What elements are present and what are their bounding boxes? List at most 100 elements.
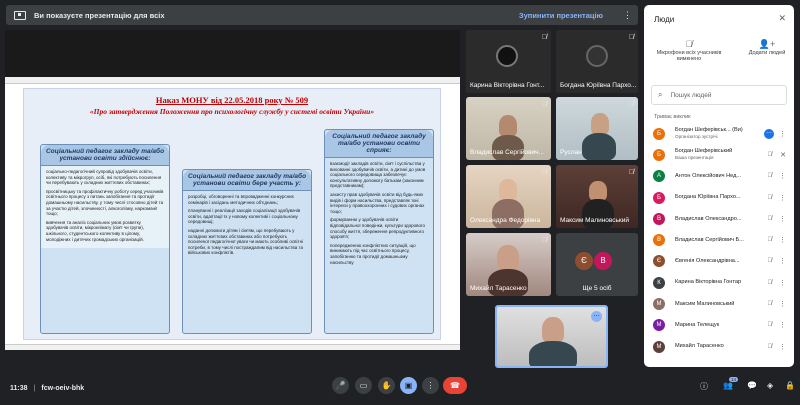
column-item: взаємодії закладів освіти, сім'ї і суспі… bbox=[330, 161, 426, 189]
more-vert-icon[interactable]: ⋮ bbox=[779, 279, 786, 287]
more-options-icon[interactable]: … bbox=[591, 311, 602, 322]
info-icon[interactable]: ⓘ bbox=[700, 381, 708, 392]
chat-icon[interactable]: 💬 bbox=[747, 381, 757, 390]
panel-title: Люди bbox=[654, 15, 675, 24]
mic-off-icon: 🎙̸ bbox=[628, 169, 634, 176]
mic-off-icon: 🎙̸ bbox=[767, 258, 773, 265]
participant-name: Максим Малиновський bbox=[560, 217, 630, 224]
scroll-column-2: Соціальний педагог закладу та/або устано… bbox=[182, 169, 312, 334]
participant-name: Руслан bbox=[560, 149, 582, 156]
person-name: Владислав Сергійович Б... bbox=[675, 236, 744, 243]
presenting-banner: Ви показуєте презентацію для всіх Зупини… bbox=[6, 5, 638, 25]
pin-icon[interactable]: ✕ bbox=[780, 151, 786, 159]
present-icon[interactable]: ▣ bbox=[400, 377, 417, 394]
video-tile[interactable]: 🎙̸ Карина Вікторівна Гонт... bbox=[466, 30, 551, 93]
video-tile[interactable]: 🎙̸ Максим Малиновський bbox=[556, 165, 638, 228]
person-name: Михайл Тарасенко bbox=[675, 343, 724, 350]
video-tile[interactable]: 🎙̸ Руслан bbox=[556, 97, 638, 160]
list-item[interactable]: М Михайл Тарасенко 🎙̸ ⋮ bbox=[644, 336, 794, 357]
end-call-icon[interactable]: ☎ bbox=[443, 377, 467, 394]
list-item[interactable]: М Марина Телещук 🎙̸ ⋮ bbox=[644, 315, 794, 336]
more-vert-icon[interactable]: ⋮ bbox=[779, 343, 786, 351]
list-item[interactable]: М Максим Малиновський 🎙̸ ⋮ bbox=[644, 293, 794, 314]
video-tile[interactable]: 🎙̸ Олександра Федорівна bbox=[466, 165, 551, 228]
camera-icon[interactable]: ▭ bbox=[355, 377, 372, 394]
column-item: соціально-педагогічний супровід здобувач… bbox=[46, 169, 162, 186]
list-item[interactable]: А Антон Олексійович Нед... 🎙̸ ⋮ bbox=[644, 166, 794, 187]
column-item: попередженню конфліктних ситуацій, що ви… bbox=[330, 242, 416, 265]
avatar: Є bbox=[653, 255, 665, 268]
stop-presenting-button[interactable]: Зупинити презентацію bbox=[519, 11, 603, 20]
more-vert-icon[interactable]: ⋮ bbox=[779, 321, 786, 329]
more-participants-tile[interactable]: Є В Ще 5 осіб bbox=[556, 233, 638, 296]
avatar: Б bbox=[653, 191, 665, 204]
list-item[interactable]: В Владислав Олександро... 🎙̸ ⋮ bbox=[644, 208, 794, 229]
people-count-badge: 14 bbox=[728, 377, 738, 382]
raise-hand-icon[interactable]: ✋ bbox=[378, 377, 395, 394]
add-people-label: Додати людей bbox=[748, 49, 786, 56]
list-item[interactable]: Б Богдан Шеферівський Ваша презентація 🎙̸… bbox=[644, 144, 794, 165]
mic-off-icon: 🎙̸ bbox=[767, 151, 773, 158]
person-name: Максим Малиновський bbox=[675, 300, 735, 307]
scroll-column-1: Соціальний педагог закладу та/або устано… bbox=[40, 144, 170, 334]
video-tile[interactable]: 🎙̸ Владислав Сергійович... bbox=[466, 97, 551, 160]
mic-icon[interactable]: 🎤 bbox=[332, 377, 349, 394]
avatar: М bbox=[653, 298, 665, 311]
meeting-code: fcw-oeiv-bhk bbox=[41, 385, 85, 392]
video-tile[interactable]: 🎙̸ Богдана Юріївна Пархо... bbox=[556, 30, 638, 93]
mute-all-button[interactable]: 🎙̸ Мікрофони всіх учасників вимкнено bbox=[656, 40, 722, 63]
person-name: Антон Олексійович Нед... bbox=[675, 172, 742, 179]
more-vert-icon[interactable]: ⋮ bbox=[779, 236, 786, 244]
self-video bbox=[542, 317, 564, 343]
clock: 11:38 bbox=[10, 385, 28, 392]
list-item[interactable]: В Владислав Сергійович Б... 🎙̸ ⋮ bbox=[644, 229, 794, 250]
activities-icon[interactable]: ◈ bbox=[767, 381, 773, 390]
section-label: Триває виклик bbox=[654, 114, 691, 120]
avatar: Є bbox=[575, 252, 593, 270]
lock-icon[interactable]: 🔒 bbox=[785, 381, 795, 390]
person-name: Владислав Олександро... bbox=[675, 215, 742, 222]
presenting-message: Ви показуєте презентацію для всіх bbox=[34, 10, 165, 20]
more-vert-icon[interactable]: ⋮ bbox=[779, 194, 786, 202]
column-heading: Соціальний педагог закладу та/або устано… bbox=[325, 130, 433, 158]
search-placeholder: Пошук людей bbox=[670, 91, 712, 99]
person-name: Карина Вікторівна Гонтар bbox=[675, 279, 742, 286]
list-item[interactable]: К Карина Вікторівна Гонтар 🎙̸ ⋮ bbox=[644, 272, 794, 293]
more-vert-icon[interactable]: ⋮ bbox=[779, 300, 786, 308]
mic-off-icon: 🎙̸ bbox=[767, 173, 773, 180]
self-view-tile[interactable]: … bbox=[495, 305, 608, 368]
more-vert-icon[interactable]: ⋮ bbox=[623, 10, 632, 21]
mic-off-icon: 🎙̸ bbox=[541, 169, 547, 176]
mic-off-icon: 🎙̸ bbox=[541, 34, 547, 41]
mic-off-icon: 🎙̸ bbox=[541, 237, 547, 244]
add-people-button[interactable]: 👤+ Додати людей bbox=[744, 40, 790, 56]
more-icon[interactable]: ⋮ bbox=[422, 377, 439, 394]
participant-video bbox=[499, 115, 517, 137]
mic-off-icon: 🎙̸ bbox=[628, 34, 634, 41]
avatar: Б bbox=[653, 127, 665, 140]
list-item[interactable]: Б Богдан Шеферівськ... (Ви) Організатор з… bbox=[644, 123, 794, 144]
more-vert-icon[interactable]: ⋮ bbox=[779, 130, 786, 138]
video-tile[interactable]: 🎙̸ Михайл Тарасенко bbox=[466, 233, 551, 296]
column-heading: Соціальний педагог закладу та/або устано… bbox=[183, 170, 311, 191]
people-search[interactable]: ⌕ Пошук людей bbox=[651, 85, 787, 105]
scroll-column-3: Соціальний педагог закладу та/або устано… bbox=[324, 129, 434, 334]
mic-off-icon: 🎙̸ bbox=[767, 301, 773, 308]
avatar bbox=[496, 45, 518, 67]
list-item[interactable]: Є Євгенія Олександрівна... 🎙̸ ⋮ bbox=[644, 251, 794, 272]
slide-subtitle: «Про затвердження Положення про психолог… bbox=[89, 107, 375, 116]
column-item: формуванню у здобувачів освіти відповіда… bbox=[330, 217, 426, 240]
more-vert-icon[interactable]: ⋮ bbox=[779, 172, 786, 180]
mic-off-icon: 🎙̸ bbox=[767, 322, 773, 329]
mic-off-icon: 🎙̸ bbox=[628, 101, 634, 108]
participant-name: Карина Вікторівна Гонт... bbox=[470, 82, 545, 89]
participant-video bbox=[497, 245, 519, 271]
more-options-icon[interactable]: … bbox=[764, 128, 774, 139]
close-icon[interactable]: ✕ bbox=[778, 13, 786, 24]
mic-off-icon: 🎙̸ bbox=[767, 279, 773, 286]
more-vert-icon[interactable]: ⋮ bbox=[779, 215, 786, 223]
more-vert-icon[interactable]: ⋮ bbox=[779, 257, 786, 265]
list-item[interactable]: Б Богдана Юріївна Пархо... 🎙̸ ⋮ bbox=[644, 187, 794, 208]
people-icon[interactable]: 👥 14 bbox=[723, 377, 738, 390]
participant-video bbox=[589, 181, 607, 201]
